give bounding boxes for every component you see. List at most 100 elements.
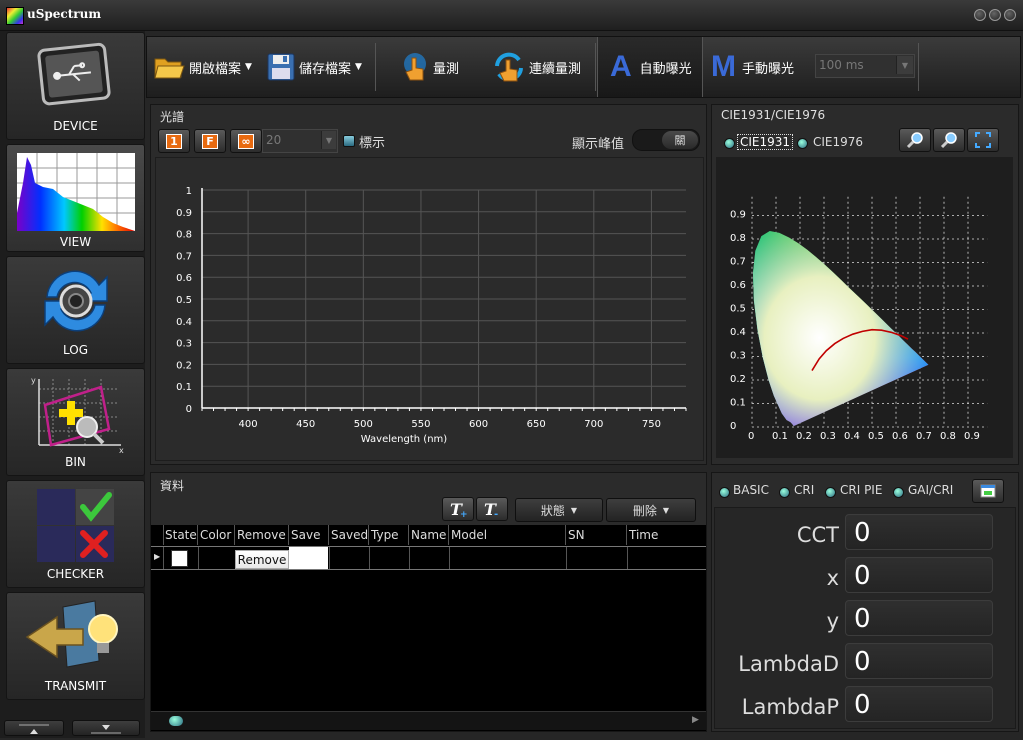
y-tick-label: 0.1 <box>176 382 192 393</box>
spectrum-view-icon <box>17 153 135 231</box>
peak-display-label: 顯示峰值 <box>572 137 625 152</box>
toolbar-separator <box>918 43 919 91</box>
average-dropdown-button[interactable]: ▼ <box>321 131 336 149</box>
tab-cri-pie-radio[interactable] <box>825 487 836 498</box>
remove-text-button[interactable]: T - <box>476 497 508 521</box>
sidebar: DEVICE VIEW LOG y x BIN CHECKER TRANSMIT <box>0 31 145 738</box>
col-state[interactable]: State <box>163 525 198 545</box>
delete-dropdown-button[interactable]: 刪除 ▼ <box>606 498 696 522</box>
row-remove-button[interactable]: Remove <box>235 550 289 569</box>
sidebar-item-checker[interactable]: CHECKER <box>6 480 145 588</box>
y-tick-label: 0.2 <box>176 360 192 371</box>
lambda-d-label: LambdaD <box>738 652 839 676</box>
col-saved[interactable]: Saved <box>329 525 369 545</box>
peak-toggle[interactable]: 關 <box>632 129 700 151</box>
y-tick-label: 0.8 <box>176 230 192 241</box>
save-file-button[interactable]: 儲存檔案 ▼ <box>267 37 362 97</box>
col-name[interactable]: Name <box>409 525 449 545</box>
save-cell[interactable] <box>289 547 328 569</box>
peak-toggle-knob: 關 <box>662 131 698 149</box>
view-f-button[interactable]: F <box>194 129 226 153</box>
tab-basic-radio[interactable] <box>719 487 730 498</box>
average-count-select[interactable]: 20 ▼ <box>262 129 338 153</box>
x-tick-label: 600 <box>469 419 488 430</box>
cie-y-tick: 0 <box>730 421 736 432</box>
sidebar-item-bin[interactable]: y x BIN <box>6 368 145 476</box>
state-checkbox[interactable] <box>171 550 188 567</box>
export-button[interactable] <box>972 479 1004 503</box>
sidebar-scroll-up-button[interactable] <box>4 720 64 736</box>
row-remove-label: Remove <box>237 552 287 567</box>
measure-button[interactable]: 量測 <box>401 37 459 97</box>
open-file-label: 開啟檔案 <box>189 61 242 77</box>
check-cross-icon <box>37 489 114 562</box>
cie-x-tick: 0.7 <box>916 431 932 442</box>
x-tick-label: 400 <box>239 419 258 430</box>
open-file-button[interactable]: 開啟檔案 ▼ <box>153 37 252 97</box>
sidebar-label-device: DEVICE <box>53 119 98 133</box>
add-text-button[interactable]: T + <box>442 497 474 521</box>
table-row[interactable]: ▶ Remove <box>151 547 706 570</box>
exposure-dropdown-button[interactable]: ▼ <box>896 56 913 74</box>
col-save[interactable]: Save <box>289 525 329 545</box>
cie-chart-area: 0 0.1 0.2 0.3 0.4 0.5 0.6 0.7 0.8 0.9 0 0.1 0.2 0.3 0.… <box>716 157 1013 458</box>
sidebar-item-device[interactable]: DEVICE <box>6 32 145 140</box>
sidebar-item-view[interactable]: VIEW <box>6 144 145 252</box>
col-type[interactable]: Type <box>369 525 409 545</box>
continuous-measure-button[interactable]: 連續量測 <box>493 37 581 97</box>
cie-y-tick: 0.1 <box>730 398 746 409</box>
title-bar[interactable]: uSpectrum <box>0 0 1023 31</box>
cie-y-tick: 0.6 <box>730 280 746 291</box>
exposure-time-select[interactable]: 100 ms ▼ <box>815 54 915 78</box>
zoom-out-button[interactable] <box>933 128 965 152</box>
sidebar-item-log[interactable]: LOG <box>6 256 145 364</box>
col-sn[interactable]: SN <box>566 525 627 545</box>
results-body: CCT 0 x 0 y 0 LambdaD 0 LambdaP 0 <box>714 507 1016 729</box>
transmit-bulb-icon <box>25 600 118 668</box>
minimize-button[interactable] <box>974 9 986 21</box>
manual-exposure-button[interactable]: M 手動曝光 <box>711 37 794 97</box>
tab-cri-pie[interactable]: CRI PIE <box>840 483 882 497</box>
col-time[interactable]: Time <box>627 525 706 545</box>
toolbar-separator <box>595 43 596 91</box>
sidebar-scroll-down-button[interactable] <box>72 720 140 736</box>
usb-device-icon <box>37 42 111 106</box>
maximize-button[interactable] <box>989 9 1001 21</box>
scroll-thumb[interactable] <box>169 716 183 726</box>
results-panel: BASIC CRI CRI PIE GAI/CRI CCT 0 x 0 y 0 … <box>711 472 1019 732</box>
expand-icon <box>975 132 991 148</box>
view-single-button[interactable]: 1 <box>158 129 190 153</box>
close-button[interactable] <box>1004 9 1016 21</box>
status-dropdown-button[interactable]: 狀態 ▼ <box>515 498 603 522</box>
tab-cri-radio[interactable] <box>779 487 790 498</box>
lambda-p-value: 0 <box>845 686 993 722</box>
tab-basic[interactable]: BASIC <box>733 483 769 497</box>
zoom-in-button[interactable] <box>899 128 931 152</box>
tab-cri[interactable]: CRI <box>794 483 814 497</box>
x-label: x <box>826 566 839 590</box>
cie1931-radio[interactable] <box>724 138 735 149</box>
horizontal-scrollbar[interactable]: ▶ <box>151 711 706 730</box>
delete-label: 刪除 <box>632 503 657 518</box>
chevron-down-icon: ▼ <box>570 505 578 515</box>
tab-gai-cri[interactable]: GAI/CRI <box>908 483 953 497</box>
col-remove[interactable]: Remove <box>235 525 289 545</box>
col-color[interactable]: Color <box>198 525 235 545</box>
text-add-icon: T + <box>450 500 468 518</box>
show-label-checkbox[interactable] <box>343 135 355 147</box>
tab-gai-cri-radio[interactable] <box>893 487 904 498</box>
scroll-right-icon[interactable]: ▶ <box>692 715 699 725</box>
view-infinite-button[interactable]: ∞ <box>230 129 262 153</box>
y-tick-label: 1 <box>186 186 192 197</box>
auto-exposure-button[interactable]: A 自動曝光 <box>597 37 703 97</box>
fit-view-button[interactable] <box>967 128 999 152</box>
manual-exposure-label: 手動曝光 <box>742 61 795 77</box>
col-model[interactable]: Model <box>449 525 566 545</box>
sidebar-item-transmit[interactable]: TRANSMIT <box>6 592 145 700</box>
y-tick-label: 0.5 <box>176 295 192 306</box>
window-title: uSpectrum <box>27 7 102 21</box>
cct-label: CCT <box>796 523 839 547</box>
cie1976-radio[interactable] <box>797 138 808 149</box>
row-selector[interactable]: ▶ <box>151 547 164 569</box>
peak-toggle-text: 關 <box>674 134 686 147</box>
